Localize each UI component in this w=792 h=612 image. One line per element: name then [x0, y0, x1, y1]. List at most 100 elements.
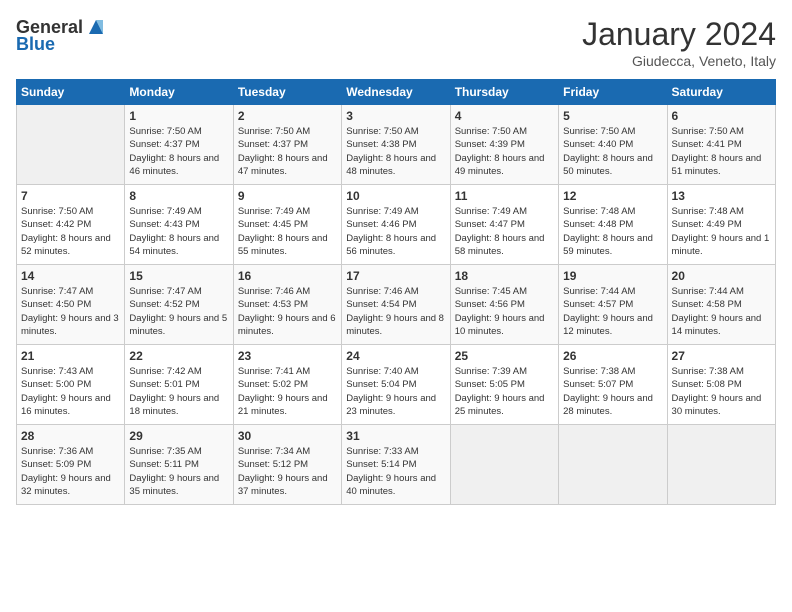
header-thursday: Thursday — [450, 80, 558, 105]
day-number: 1 — [129, 109, 228, 123]
table-row: 12 Sunrise: 7:48 AMSunset: 4:48 PMDayligh… — [559, 185, 667, 265]
day-info: Sunrise: 7:49 AMSunset: 4:45 PMDaylight:… — [238, 205, 337, 258]
table-row: 6 Sunrise: 7:50 AMSunset: 4:41 PMDaylight… — [667, 105, 775, 185]
location-subtitle: Giudecca, Veneto, Italy — [582, 53, 776, 69]
day-number: 13 — [672, 189, 771, 203]
calendar-week-row: 1 Sunrise: 7:50 AMSunset: 4:37 PMDaylight… — [17, 105, 776, 185]
day-info: Sunrise: 7:33 AMSunset: 5:14 PMDaylight:… — [346, 445, 445, 498]
table-row: 3 Sunrise: 7:50 AMSunset: 4:38 PMDaylight… — [342, 105, 450, 185]
header-sunday: Sunday — [17, 80, 125, 105]
day-info: Sunrise: 7:36 AMSunset: 5:09 PMDaylight:… — [21, 445, 120, 498]
day-number: 10 — [346, 189, 445, 203]
header-friday: Friday — [559, 80, 667, 105]
day-number: 3 — [346, 109, 445, 123]
day-info: Sunrise: 7:50 AMSunset: 4:37 PMDaylight:… — [129, 125, 228, 178]
day-number: 26 — [563, 349, 662, 363]
day-info: Sunrise: 7:35 AMSunset: 5:11 PMDaylight:… — [129, 445, 228, 498]
day-info: Sunrise: 7:47 AMSunset: 4:52 PMDaylight:… — [129, 285, 228, 338]
day-number: 29 — [129, 429, 228, 443]
table-row: 15 Sunrise: 7:47 AMSunset: 4:52 PMDayligh… — [125, 265, 233, 345]
table-row: 26 Sunrise: 7:38 AMSunset: 5:07 PMDayligh… — [559, 345, 667, 425]
table-row: 5Sunrise: 7:50 AMSunset: 4:40 PMDaylight… — [559, 105, 667, 185]
calendar-week-row: 21Sunrise: 7:43 AMSunset: 5:00 PMDayligh… — [17, 345, 776, 425]
day-info: Sunrise: 7:42 AMSunset: 5:01 PMDaylight:… — [129, 365, 228, 418]
day-number: 14 — [21, 269, 120, 283]
day-info: Sunrise: 7:34 AMSunset: 5:12 PMDaylight:… — [238, 445, 337, 498]
day-info: Sunrise: 7:48 AMSunset: 4:48 PMDaylight:… — [563, 205, 662, 258]
day-number: 30 — [238, 429, 337, 443]
day-number: 12 — [563, 189, 662, 203]
day-number: 18 — [455, 269, 554, 283]
day-info: Sunrise: 7:45 AMSunset: 4:56 PMDaylight:… — [455, 285, 554, 338]
table-row: 27 Sunrise: 7:38 AMSunset: 5:08 PMDayligh… — [667, 345, 775, 425]
table-row: 29 Sunrise: 7:35 AMSunset: 5:11 PMDayligh… — [125, 425, 233, 505]
day-info: Sunrise: 7:47 AMSunset: 4:50 PMDaylight:… — [21, 285, 120, 338]
day-number: 6 — [672, 109, 771, 123]
day-info: Sunrise: 7:50 AMSunset: 4:37 PMDaylight:… — [238, 125, 337, 178]
header-monday: Monday — [125, 80, 233, 105]
day-number: 8 — [129, 189, 228, 203]
calendar-week-row: 28 Sunrise: 7:36 AMSunset: 5:09 PMDayligh… — [17, 425, 776, 505]
day-info: Sunrise: 7:49 AMSunset: 4:43 PMDaylight:… — [129, 205, 228, 258]
table-row: 8 Sunrise: 7:49 AMSunset: 4:43 PMDaylight… — [125, 185, 233, 265]
table-row: 4Sunrise: 7:50 AMSunset: 4:39 PMDaylight… — [450, 105, 558, 185]
table-row — [667, 425, 775, 505]
table-row: 1 Sunrise: 7:50 AMSunset: 4:37 PMDaylight… — [125, 105, 233, 185]
day-info: Sunrise: 7:46 AMSunset: 4:53 PMDaylight:… — [238, 285, 337, 338]
table-row: 14 Sunrise: 7:47 AMSunset: 4:50 PMDayligh… — [17, 265, 125, 345]
day-info: Sunrise: 7:50 AMSunset: 4:42 PMDaylight:… — [21, 205, 120, 258]
day-number: 31 — [346, 429, 445, 443]
day-number: 7 — [21, 189, 120, 203]
page-header: General Blue January 2024 Giudecca, Vene… — [16, 16, 776, 69]
day-number: 20 — [672, 269, 771, 283]
day-info: Sunrise: 7:50 AMSunset: 4:38 PMDaylight:… — [346, 125, 445, 178]
header-saturday: Saturday — [667, 80, 775, 105]
day-number: 25 — [455, 349, 554, 363]
logo-icon — [85, 16, 107, 38]
day-info: Sunrise: 7:50 AMSunset: 4:39 PMDaylight:… — [455, 125, 554, 178]
day-number: 22 — [129, 349, 228, 363]
day-info: Sunrise: 7:39 AMSunset: 5:05 PMDaylight:… — [455, 365, 554, 418]
day-number: 19 — [563, 269, 662, 283]
table-row: 19Sunrise: 7:44 AMSunset: 4:57 PMDayligh… — [559, 265, 667, 345]
day-number: 23 — [238, 349, 337, 363]
logo-blue: Blue — [16, 34, 55, 55]
day-info: Sunrise: 7:46 AMSunset: 4:54 PMDaylight:… — [346, 285, 445, 338]
calendar-week-row: 14 Sunrise: 7:47 AMSunset: 4:50 PMDayligh… — [17, 265, 776, 345]
title-section: January 2024 Giudecca, Veneto, Italy — [582, 16, 776, 69]
day-info: Sunrise: 7:50 AMSunset: 4:41 PMDaylight:… — [672, 125, 771, 178]
page-container: General Blue January 2024 Giudecca, Vene… — [0, 0, 792, 612]
table-row: 17Sunrise: 7:46 AMSunset: 4:54 PMDayligh… — [342, 265, 450, 345]
table-row: 21Sunrise: 7:43 AMSunset: 5:00 PMDayligh… — [17, 345, 125, 425]
table-row: 23 Sunrise: 7:41 AMSunset: 5:02 PMDayligh… — [233, 345, 341, 425]
table-row: 25 Sunrise: 7:39 AMSunset: 5:05 PMDayligh… — [450, 345, 558, 425]
day-info: Sunrise: 7:38 AMSunset: 5:08 PMDaylight:… — [672, 365, 771, 418]
table-row: 30 Sunrise: 7:34 AMSunset: 5:12 PMDayligh… — [233, 425, 341, 505]
calendar-table: Sunday Monday Tuesday Wednesday Thursday… — [16, 79, 776, 505]
table-row: 18 Sunrise: 7:45 AMSunset: 4:56 PMDayligh… — [450, 265, 558, 345]
table-row: 24Sunrise: 7:40 AMSunset: 5:04 PMDayligh… — [342, 345, 450, 425]
table-row: 13 Sunrise: 7:48 AMSunset: 4:49 PMDayligh… — [667, 185, 775, 265]
table-row: 7 Sunrise: 7:50 AMSunset: 4:42 PMDaylight… — [17, 185, 125, 265]
day-info: Sunrise: 7:48 AMSunset: 4:49 PMDaylight:… — [672, 205, 771, 258]
day-info: Sunrise: 7:44 AMSunset: 4:58 PMDaylight:… — [672, 285, 771, 338]
table-row: 10 Sunrise: 7:49 AMSunset: 4:46 PMDayligh… — [342, 185, 450, 265]
table-row — [450, 425, 558, 505]
day-number: 5 — [563, 109, 662, 123]
table-row: 28 Sunrise: 7:36 AMSunset: 5:09 PMDayligh… — [17, 425, 125, 505]
day-info: Sunrise: 7:49 AMSunset: 4:47 PMDaylight:… — [455, 205, 554, 258]
calendar-header-row: Sunday Monday Tuesday Wednesday Thursday… — [17, 80, 776, 105]
day-info: Sunrise: 7:38 AMSunset: 5:07 PMDaylight:… — [563, 365, 662, 418]
day-number: 27 — [672, 349, 771, 363]
day-info: Sunrise: 7:49 AMSunset: 4:46 PMDaylight:… — [346, 205, 445, 258]
table-row: 11Sunrise: 7:49 AMSunset: 4:47 PMDayligh… — [450, 185, 558, 265]
day-number: 28 — [21, 429, 120, 443]
day-info: Sunrise: 7:41 AMSunset: 5:02 PMDaylight:… — [238, 365, 337, 418]
table-row — [17, 105, 125, 185]
day-number: 15 — [129, 269, 228, 283]
table-row: 9Sunrise: 7:49 AMSunset: 4:45 PMDaylight… — [233, 185, 341, 265]
table-row: 31 Sunrise: 7:33 AMSunset: 5:14 PMDayligh… — [342, 425, 450, 505]
day-info: Sunrise: 7:43 AMSunset: 5:00 PMDaylight:… — [21, 365, 120, 418]
table-row: 2Sunrise: 7:50 AMSunset: 4:37 PMDaylight… — [233, 105, 341, 185]
logo: General Blue — [16, 16, 107, 55]
